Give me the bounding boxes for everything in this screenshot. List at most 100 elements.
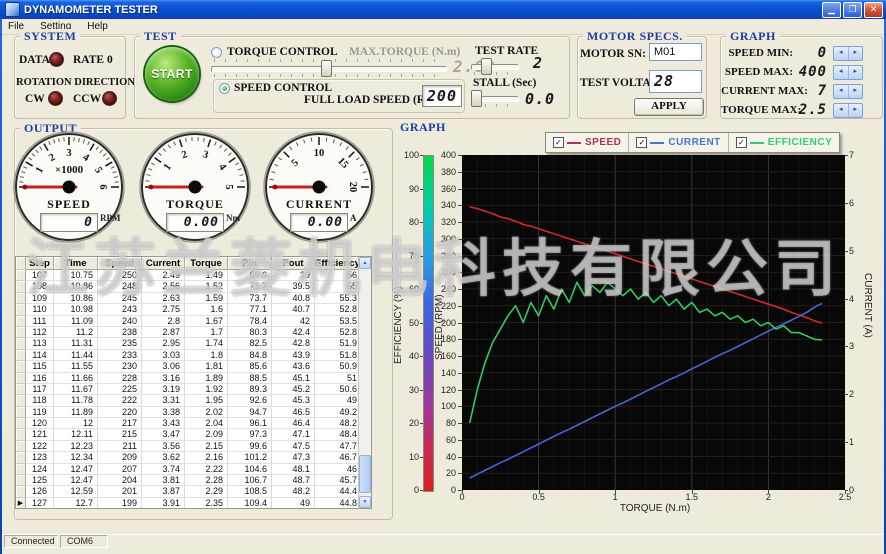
table-row[interactable]: 12612.592013.872.29108.548.244.4 (16, 486, 361, 497)
table-row[interactable]: 12412.472073.742.22104.648.146 (16, 464, 361, 475)
test-voltage-input[interactable]: 28 (649, 70, 702, 93)
stall-slider[interactable] (471, 89, 519, 107)
table-cell: 2.87 (142, 327, 185, 338)
table-cell: 1.52 (185, 281, 228, 292)
table-row[interactable]: 11611.662283.161.8988.545.151 (16, 373, 361, 384)
tick-label: 340 (430, 200, 456, 210)
scroll-down-icon[interactable]: ▼ (359, 496, 371, 508)
results-table[interactable]: Step Time Speed Current Torque Pin Pout … (15, 256, 372, 509)
table-row[interactable]: ▶12712.71993.912.35109.44944.8 (16, 498, 361, 509)
full-load-speed-field[interactable]: 200 (422, 85, 462, 107)
table-cell: 3.43 (142, 418, 185, 429)
col-efficiency[interactable]: Efficiency (315, 257, 361, 270)
max-torque-slider[interactable] (211, 59, 447, 77)
table-row[interactable]: 11211.22382.871.780.342.452.8 (16, 327, 361, 338)
table-cell: 12 (54, 418, 98, 429)
legend-item-current[interactable]: ✓ CURRENT (629, 133, 728, 152)
current-checkbox[interactable]: ✓ (636, 137, 647, 148)
table-cell: 12.7 (54, 498, 98, 509)
current-max-spinner[interactable]: ◂▸ (833, 84, 863, 99)
table-cell: 3.03 (142, 350, 185, 361)
tick-label: 1 (849, 437, 869, 447)
col-step[interactable]: Step (26, 257, 54, 270)
table-scrollbar[interactable]: ▲ ▼ (358, 257, 371, 508)
spin-left-icon[interactable]: ◂ (834, 104, 849, 117)
table-row[interactable]: 11811.782223.311.9592.645.349 (16, 395, 361, 406)
col-time[interactable]: Time (54, 257, 98, 270)
col-torque[interactable]: Torque (185, 257, 228, 270)
tick-mark (462, 490, 463, 494)
motor-sn-input[interactable] (649, 43, 702, 61)
table-row[interactable]: 10710.752502.491.4969.63956 (16, 270, 361, 281)
col-pout[interactable]: Pout (272, 257, 315, 270)
tick-mark (458, 440, 462, 441)
maximize-button[interactable]: ❐ (843, 2, 862, 18)
table-row[interactable]: 11010.982432.751.677.140.752.8 (16, 304, 361, 315)
table-cell: 2.15 (185, 441, 228, 452)
table-cell: 97.3 (228, 429, 272, 440)
spin-left-icon[interactable]: ◂ (834, 66, 849, 79)
chart-plot-area[interactable] (462, 155, 845, 490)
spin-right-icon[interactable]: ▸ (849, 85, 863, 98)
table-row[interactable]: 11111.092402.81.6778.44253.5 (16, 316, 361, 327)
spin-right-icon[interactable]: ▸ (849, 66, 863, 79)
col-current[interactable]: Current (142, 257, 185, 270)
table-cell: 109.4 (228, 498, 272, 509)
table-cell: 3.56 (142, 441, 185, 452)
speed-min-spinner[interactable]: ◂▸ (833, 46, 863, 61)
start-button[interactable]: START (145, 47, 199, 101)
tick-label: 40 (430, 452, 456, 462)
scroll-up-icon[interactable]: ▲ (359, 257, 371, 269)
slider-thumb[interactable] (471, 90, 482, 107)
slider-thumb[interactable] (481, 58, 492, 75)
spin-left-icon[interactable]: ◂ (834, 47, 849, 60)
apply-button[interactable]: APPLY (634, 98, 704, 116)
title-bar[interactable]: DYNAMOMETER TESTER ▁ ❐ ✕ (0, 0, 886, 19)
speed-control-radio[interactable] (219, 83, 230, 94)
minimize-button[interactable]: ▁ (822, 2, 841, 18)
table-cell: 117 (26, 384, 54, 395)
tick-mark (420, 222, 423, 223)
speed-max-label: SPEED MAX: (721, 66, 793, 78)
speed-max-spinner[interactable]: ◂▸ (833, 65, 863, 80)
table-row[interactable]: 12312.342093.622.16101.247.346.7 (16, 452, 361, 463)
slider-thumb[interactable] (321, 60, 332, 77)
torque-control-label: TORQUE CONTROL (227, 46, 338, 58)
tick-mark (458, 373, 462, 374)
table-row[interactable]: 10810.862482.561.5271.739.555 (16, 281, 361, 292)
efficiency-checkbox[interactable]: ✓ (736, 137, 747, 148)
torque-control-radio[interactable] (211, 47, 222, 58)
table-row[interactable]: 12112.112153.472.0997.347.148.4 (16, 429, 361, 440)
table-row[interactable]: 11911.892203.382.0294.746.549.2 (16, 407, 361, 418)
table-row[interactable]: 11411.442333.031.884.843.951.8 (16, 350, 361, 361)
table-row[interactable]: 12512.472043.812.28106.748.745.7 (16, 475, 361, 486)
menu-help[interactable]: Help (79, 21, 116, 32)
legend-item-efficiency[interactable]: ✓ EFFICIENCY (729, 133, 839, 152)
tick-label: 380 (430, 167, 456, 177)
tick-mark (845, 155, 848, 156)
table-row[interactable]: 11511.552303.061.8185.643.650.9 (16, 361, 361, 372)
table-row[interactable]: 11711.672253.191.9289.345.250.6 (16, 384, 361, 395)
table-cell: 118 (26, 395, 54, 406)
table-cell: 46 (315, 464, 361, 475)
table-cell: 211 (98, 441, 142, 452)
table-cell: 48.2 (315, 418, 361, 429)
table-row[interactable]: 12212.232113.562.1599.647.547.7 (16, 441, 361, 452)
speed-checkbox[interactable]: ✓ (553, 137, 564, 148)
legend-item-speed[interactable]: ✓ SPEED (546, 133, 629, 152)
table-row[interactable]: 11311.312352.951.7482.542.851.9 (16, 338, 361, 349)
table-cell: 71.7 (228, 281, 272, 292)
test-rate-slider[interactable] (471, 57, 519, 75)
scrollbar-thumb[interactable] (359, 455, 371, 493)
torque-max-spinner[interactable]: ◂▸ (833, 103, 863, 118)
spin-right-icon[interactable]: ▸ (849, 104, 863, 117)
table-row[interactable]: 120122173.432.0496.146.448.2 (16, 418, 361, 429)
spin-right-icon[interactable]: ▸ (849, 47, 863, 60)
col-speed[interactable]: Speed (98, 257, 142, 270)
close-button[interactable]: ✕ (864, 2, 883, 18)
spin-left-icon[interactable]: ◂ (834, 85, 849, 98)
col-pin[interactable]: Pin (228, 257, 272, 270)
table-cell: 238 (98, 327, 142, 338)
table-cell: 1.8 (185, 350, 228, 361)
table-row[interactable]: 10910.862452.631.5973.740.855.3 (16, 293, 361, 304)
